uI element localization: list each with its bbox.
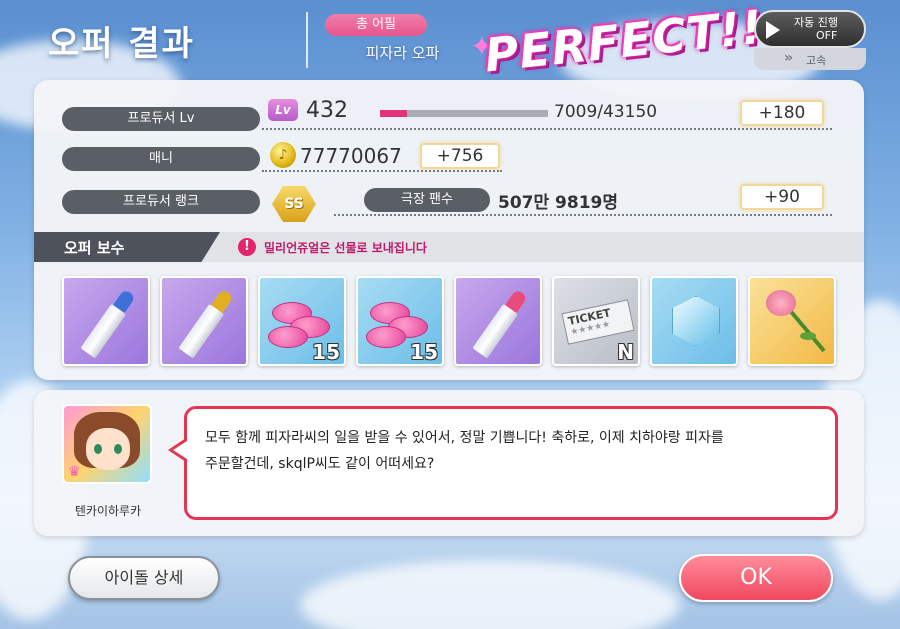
header-divider bbox=[306, 12, 308, 68]
exp-fill bbox=[380, 110, 408, 117]
divider bbox=[334, 214, 832, 216]
money-gain: +756 bbox=[420, 143, 500, 169]
lipstick-icon bbox=[178, 288, 234, 359]
reward-item-ticket[interactable]: TICKET ★★★★★ N bbox=[552, 276, 640, 366]
character-avatar[interactable]: ♛ bbox=[62, 404, 152, 484]
ticket-icon: TICKET ★★★★★ bbox=[561, 299, 635, 345]
money-value: 77770067 bbox=[300, 144, 402, 168]
speed-label: 고속 bbox=[806, 54, 827, 67]
lv-icon: Lv bbox=[268, 99, 298, 121]
bubble-tail-inner bbox=[173, 441, 187, 459]
candy-icon bbox=[268, 326, 308, 348]
reward-item-rose[interactable] bbox=[748, 276, 836, 366]
play-icon bbox=[766, 21, 780, 39]
reward-notice: 밀리언쥬얼은 선물로 보내집니다 bbox=[264, 241, 427, 255]
auto-play-button[interactable]: 자동 진행 OFF bbox=[754, 10, 866, 48]
alert-icon: ! bbox=[238, 238, 256, 256]
lv-gain: +180 bbox=[740, 100, 824, 126]
dialog-message: 모두 함께 피자라씨의 일을 받을 수 있어서, 정말 기쁩니다! 축하로, 이… bbox=[205, 425, 815, 477]
avatar-eye bbox=[94, 444, 102, 454]
fans-label: 극장 팬수 bbox=[364, 188, 490, 212]
fast-forward-icon: » bbox=[784, 50, 794, 66]
exp-text: 7009/43150 bbox=[554, 102, 658, 122]
rose-leaf bbox=[800, 332, 816, 340]
offer-name: 피자라 오파 bbox=[365, 44, 440, 62]
reward-item-crystal[interactable] bbox=[650, 276, 738, 366]
ok-button[interactable]: OK bbox=[679, 554, 833, 602]
avatar-eye bbox=[114, 444, 122, 454]
crystal-icon bbox=[672, 296, 720, 346]
cloud bbox=[300, 560, 680, 629]
dialog-line: 주문할건데, skqlP씨도 같이 어떠세요? bbox=[205, 456, 435, 472]
avatar-face bbox=[86, 428, 130, 470]
speech-bubble: 모두 함께 피자라씨의 일을 받을 수 있어서, 정말 기쁩니다! 축하로, 이… bbox=[184, 406, 838, 520]
lipstick-icon bbox=[472, 288, 528, 359]
reward-band: 오퍼 보수 ! 밀리언쥬얼은 선물로 보내집니다 bbox=[34, 232, 864, 262]
auto-play-state: OFF bbox=[816, 29, 838, 42]
speed-button[interactable]: » 고속 bbox=[754, 48, 866, 70]
character-name: 텐카이하루카 bbox=[74, 504, 142, 518]
candy-icon bbox=[366, 326, 406, 348]
item-count: 15 bbox=[410, 340, 438, 364]
reward-item-candy[interactable]: 15 bbox=[356, 276, 444, 366]
auto-play-label: 자동 진행 bbox=[794, 16, 838, 29]
rose-stem bbox=[786, 306, 826, 353]
item-rarity: N bbox=[617, 340, 634, 364]
fans-value: 507만 9819명 bbox=[498, 193, 618, 213]
divider bbox=[262, 170, 502, 172]
reward-item-pink-lipstick[interactable] bbox=[454, 276, 542, 366]
rank-label: 프로듀서 랭크 bbox=[62, 190, 260, 214]
page-title: 오퍼 결과 bbox=[48, 24, 195, 64]
rose-icon bbox=[766, 290, 796, 316]
appeal-badge: 총 어필 bbox=[325, 14, 427, 36]
producer-lv-label: 프로듀서 Lv bbox=[62, 107, 260, 131]
dialog-line: 모두 함께 피자라씨의 일을 받을 수 있어서, 정말 기쁩니다! 축하로, 이… bbox=[205, 430, 724, 446]
result-panel: 프로듀서 Lv Lv 432 7009/43150 +180 매니 ♪ 7777… bbox=[34, 80, 864, 380]
divider bbox=[262, 128, 832, 130]
coin-icon: ♪ bbox=[270, 142, 296, 168]
rank-badge-icon: SS bbox=[272, 186, 316, 222]
dialog-panel: ♛ 텐카이하루카 모두 함께 피자라씨의 일을 받을 수 있어서, 정말 기쁩니… bbox=[34, 390, 864, 536]
money-label: 매니 bbox=[62, 147, 260, 171]
item-count: 15 bbox=[312, 340, 340, 364]
lipstick-icon bbox=[80, 288, 136, 359]
reward-item-candy[interactable]: 15 bbox=[258, 276, 346, 366]
crown-icon: ♛ bbox=[68, 464, 81, 480]
lv-value: 432 bbox=[306, 98, 348, 123]
reward-title: 오퍼 보수 bbox=[64, 239, 125, 257]
reward-item-gold-lipstick[interactable] bbox=[160, 276, 248, 366]
fans-gain: +90 bbox=[740, 184, 824, 210]
reward-item-blue-lipstick[interactable] bbox=[62, 276, 150, 366]
idol-detail-button[interactable]: 아이돌 상세 bbox=[68, 556, 220, 600]
reward-band-dark bbox=[34, 232, 220, 262]
exp-bar bbox=[380, 110, 548, 117]
